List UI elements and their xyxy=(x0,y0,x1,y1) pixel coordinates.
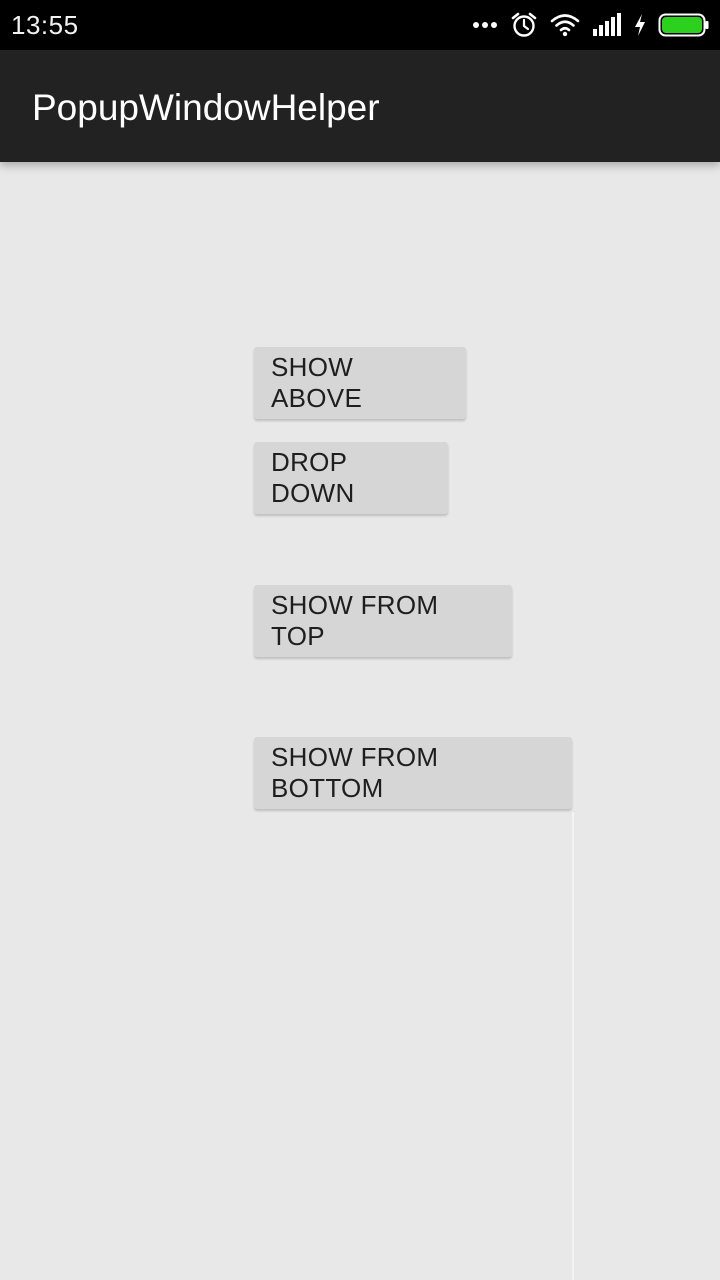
status-bar: 13:55 xyxy=(0,0,720,50)
charging-bolt-icon xyxy=(634,14,646,36)
show-above-button[interactable]: SHOW ABOVE xyxy=(254,347,466,419)
app-title: PopupWindowHelper xyxy=(32,87,380,128)
vertical-divider xyxy=(572,812,574,1280)
status-time: 13:55 xyxy=(11,10,79,40)
signal-icon xyxy=(592,13,622,37)
drop-down-button[interactable]: DROP DOWN xyxy=(254,442,448,514)
alarm-clock-icon xyxy=(510,11,538,39)
more-dots-icon xyxy=(472,21,498,29)
wifi-icon xyxy=(550,13,580,37)
status-icons xyxy=(472,10,710,40)
action-bar: PopupWindowHelper xyxy=(0,50,720,162)
show-from-top-button[interactable]: SHOW FROM TOP xyxy=(254,585,512,657)
show-from-bottom-button[interactable]: SHOW FROM BOTTOM xyxy=(254,737,572,809)
battery-icon xyxy=(658,13,710,37)
